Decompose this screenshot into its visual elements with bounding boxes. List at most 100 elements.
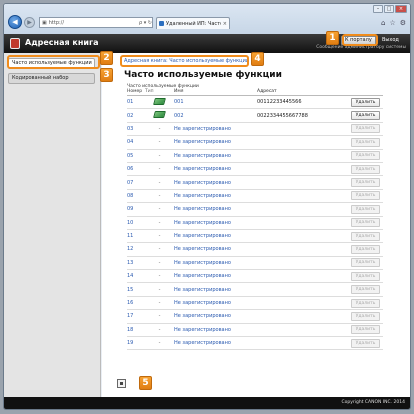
table-row: 06 - Не зарегистрировано Удалить xyxy=(127,163,383,177)
delete-button[interactable]: Удалить xyxy=(351,298,380,308)
type-dash: - xyxy=(158,206,161,213)
row-type: - xyxy=(145,180,174,186)
callout-5: 5 xyxy=(139,376,152,390)
highlight-portal xyxy=(342,34,378,46)
row-type: - xyxy=(145,287,174,293)
row-action: Удалить xyxy=(351,258,383,268)
row-name-link[interactable]: Не зарегистрировано xyxy=(174,126,257,132)
table-row: 03 - Не зарегистрировано Удалить xyxy=(127,123,383,137)
row-number: 18 xyxy=(127,326,134,333)
row-name-link[interactable]: Не зарегистрировано xyxy=(174,193,257,199)
row-name-link[interactable]: Не зарегистрировано xyxy=(174,180,257,186)
favicon-icon xyxy=(159,21,164,26)
delete-button[interactable]: Удалить xyxy=(351,244,380,254)
row-number: 09 xyxy=(127,206,134,213)
row-name-link[interactable]: Не зарегистрировано xyxy=(174,327,257,333)
col-type: Тип xyxy=(145,89,154,94)
row-name-link[interactable]: 001 xyxy=(174,99,257,105)
fax-document-icon xyxy=(153,111,166,119)
footer: Copyright CANON INC. 2014 xyxy=(4,397,410,409)
logout-link[interactable]: Выход xyxy=(382,37,399,43)
row-type: - xyxy=(145,260,174,266)
minimize-button[interactable]: – xyxy=(373,5,383,13)
star-icon[interactable]: ☆ xyxy=(389,19,395,27)
sidebar-item-coded-dial[interactable]: Кодированный набор xyxy=(8,73,95,84)
row-name-link[interactable]: Не зарегистрировано xyxy=(174,287,257,293)
row-name-link[interactable]: Не зарегистрировано xyxy=(174,166,257,172)
delete-button[interactable]: Удалить xyxy=(351,97,380,107)
gear-icon[interactable]: ⚙ xyxy=(400,19,406,27)
row-number: 06 xyxy=(127,166,134,173)
delete-button[interactable]: Удалить xyxy=(351,137,380,147)
table-row: 07 - Не зарегистрировано Удалить xyxy=(127,176,383,190)
favorites-table: Номер Тип Имя Адресат 01 001 0011223344556… xyxy=(127,89,383,351)
row-number: 15 xyxy=(127,286,134,293)
type-dash: - xyxy=(158,259,161,266)
row-number: 03 xyxy=(127,125,134,132)
row-type: - xyxy=(145,139,174,145)
row-action: Удалить xyxy=(351,325,383,335)
delete-button[interactable]: Удалить xyxy=(351,178,380,188)
tab-close-icon[interactable]: × xyxy=(223,21,227,27)
row-name-link[interactable]: Не зарегистрировано xyxy=(174,313,257,319)
row-number: 14 xyxy=(127,273,134,280)
type-dash: - xyxy=(158,273,161,280)
browser-chrome: – □ × ◀ ▶ ▣ http:// ρ ▾ ↻ Удаленный ИП: … xyxy=(4,4,410,34)
address-book-icon xyxy=(10,38,20,49)
row-action: Удалить xyxy=(351,204,383,214)
delete-button[interactable]: Удалить xyxy=(351,218,380,228)
table-row: 12 - Не зарегистрировано Удалить xyxy=(127,243,383,257)
delete-button[interactable]: Удалить xyxy=(351,258,380,268)
search-refresh-icons[interactable]: ρ ▾ ↻ xyxy=(139,20,152,26)
table-row: 09 - Не зарегистрировано Удалить xyxy=(127,203,383,217)
delete-button[interactable]: Удалить xyxy=(351,151,380,161)
browser-tab[interactable]: Удаленный ИП: Часто исп... × xyxy=(156,17,230,29)
delete-button[interactable]: Удалить xyxy=(351,191,380,201)
row-name-link[interactable]: Не зарегистрировано xyxy=(174,139,257,145)
home-icon[interactable]: ⌂ xyxy=(381,19,385,27)
sidebar: Часто используемые функции Кодированный … xyxy=(4,53,101,397)
print-icon[interactable] xyxy=(117,379,126,388)
browser-tools: ⌂ ☆ ⚙ xyxy=(381,19,406,27)
delete-button[interactable]: Удалить xyxy=(351,271,380,281)
row-type: - xyxy=(145,153,174,159)
row-name-link[interactable]: Не зарегистрировано xyxy=(174,340,257,346)
delete-button[interactable]: Удалить xyxy=(351,311,380,321)
delete-button[interactable]: Удалить xyxy=(351,285,380,295)
row-action: Удалить xyxy=(351,97,383,107)
row-type: - xyxy=(145,300,174,306)
row-name-link[interactable]: Не зарегистрировано xyxy=(174,300,257,306)
address-bar[interactable]: ▣ http:// ρ ▾ ↻ xyxy=(39,17,153,28)
delete-button[interactable]: Удалить xyxy=(351,338,380,348)
maximize-button[interactable]: □ xyxy=(384,5,394,13)
type-dash: - xyxy=(158,179,161,186)
row-name-link[interactable]: Не зарегистрировано xyxy=(174,246,257,252)
row-action: Удалить xyxy=(351,218,383,228)
row-action: Удалить xyxy=(351,137,383,147)
type-dash: - xyxy=(158,192,161,199)
delete-button[interactable]: Удалить xyxy=(351,325,380,335)
back-arrow-icon[interactable]: ◀ xyxy=(8,15,22,29)
row-name-link[interactable]: Не зарегистрировано xyxy=(174,153,257,159)
row-name-link[interactable]: Не зарегистрировано xyxy=(174,273,257,279)
row-name-link[interactable]: Не зарегистрировано xyxy=(174,220,257,226)
forward-arrow-icon[interactable]: ▶ xyxy=(24,17,35,28)
row-type: - xyxy=(145,246,174,252)
delete-button[interactable]: Удалить xyxy=(351,231,380,241)
row-type: - xyxy=(145,313,174,319)
main-content: Адресная книга: Часто используемые функц… xyxy=(102,53,410,397)
delete-button[interactable]: Удалить xyxy=(351,164,380,174)
row-number: 01 xyxy=(127,99,134,106)
row-name-link[interactable]: Не зарегистрировано xyxy=(174,206,257,212)
table-row: 01 001 00112233445566 Удалить xyxy=(127,96,383,110)
row-name-link[interactable]: 002 xyxy=(174,113,257,119)
delete-button[interactable]: Удалить xyxy=(351,204,380,214)
row-type: - xyxy=(145,233,174,239)
close-window-button[interactable]: × xyxy=(395,5,407,13)
delete-button[interactable]: Удалить xyxy=(351,124,380,134)
table-row: 04 - Не зарегистрировано Удалить xyxy=(127,136,383,150)
delete-button[interactable]: Удалить xyxy=(351,111,380,121)
row-name-link[interactable]: Не зарегистрировано xyxy=(174,233,257,239)
row-name-link[interactable]: Не зарегистрировано xyxy=(174,260,257,266)
row-type: - xyxy=(145,340,174,346)
